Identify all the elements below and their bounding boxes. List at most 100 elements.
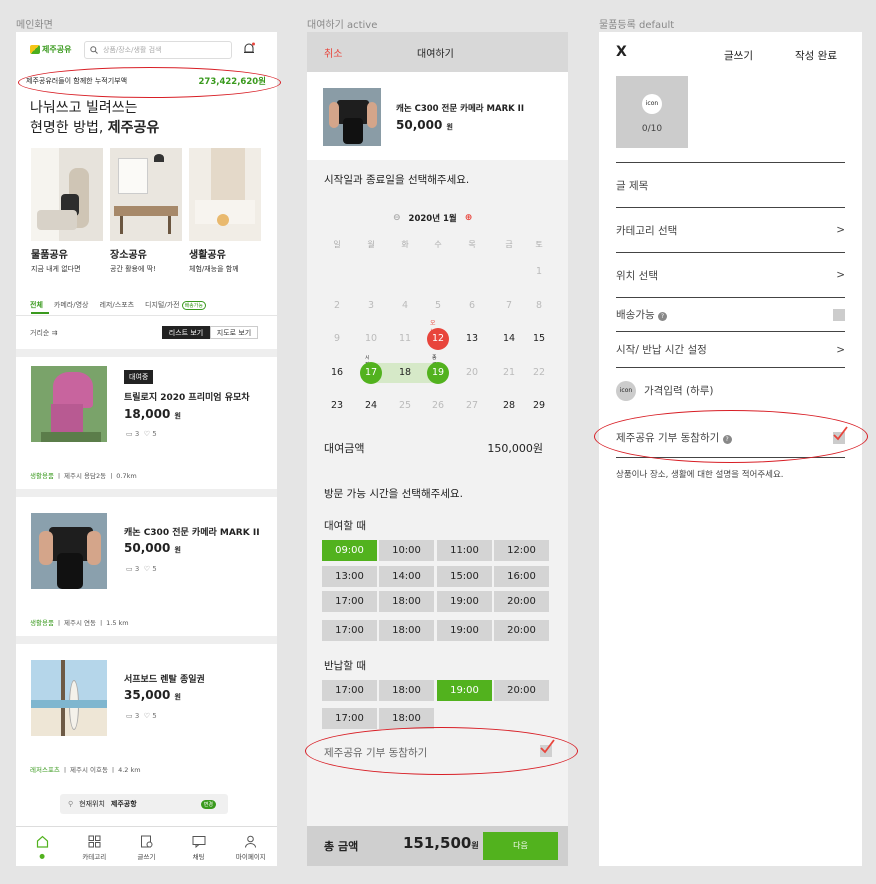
calendar-day-1[interactable]: 1 <box>526 262 552 282</box>
time-slot[interactable]: 17:00 <box>322 708 377 729</box>
close-button[interactable]: X <box>616 44 627 60</box>
calendar-day-28[interactable]: 28 <box>496 396 522 416</box>
delivery-checkbox[interactable] <box>833 308 845 321</box>
list-item[interactable]: 대여중 트릴로지 2020 프리미엄 유모차 18,000 원 ▭ 3 ♡ 5 … <box>16 366 277 496</box>
delivery-row[interactable]: 배송가능 ? <box>616 298 845 332</box>
tab-leisure[interactable]: 레저/스포츠 <box>99 300 134 310</box>
nav-label: 마이페이지 <box>235 853 266 861</box>
help-icon[interactable]: ? <box>722 435 732 444</box>
calendar-day-29[interactable]: 29 <box>526 396 552 416</box>
next-month-icon[interactable]: ⊕ <box>465 213 473 223</box>
donate-row[interactable]: 제주공유 기부 동참하기 ? <box>616 418 848 458</box>
time-slot[interactable]: 19:00 <box>437 620 492 641</box>
comment-icon: ▭ <box>126 565 133 573</box>
calendar-day-11[interactable]: 11 <box>392 329 418 349</box>
donate-checkbox[interactable] <box>540 739 555 757</box>
category-card-goods[interactable]: 물품공유 지금 내게 없다면 <box>31 148 103 274</box>
calendar-day-14[interactable]: 14 <box>496 329 522 349</box>
calendar-day-16[interactable]: 16 <box>324 363 350 383</box>
calendar-day-10[interactable]: 10 <box>358 329 384 349</box>
prev-month-icon[interactable]: ⊖ <box>393 213 401 223</box>
calendar-day-18[interactable]: 18 <box>392 363 418 383</box>
calendar-day-2[interactable]: 2 <box>324 296 350 316</box>
cancel-button[interactable]: 취소 <box>324 45 342 60</box>
calendar-day-19[interactable]: 19 <box>427 362 449 384</box>
list-item[interactable]: 캐논 C300 전문 카메라 MARK II 50,000 원 ▭ 3 ♡ 5 … <box>16 513 277 643</box>
current-location-bar[interactable]: ⚲ 현재위치 제주공항 변경 <box>60 794 228 814</box>
time-slot[interactable]: 16:00 <box>494 566 549 587</box>
time-slot[interactable]: 17:00 <box>322 620 377 641</box>
sort-dropdown[interactable]: 거리순 ⇉ <box>30 328 57 338</box>
calendar-day-17[interactable]: 17 <box>360 362 382 384</box>
time-setting-row[interactable]: 시작/ 반납 시간 설정 > <box>616 332 845 368</box>
calendar-day-22[interactable]: 22 <box>526 363 552 383</box>
donation-banner[interactable]: 제주공유러들이 함께한 누적기부액 273,422,620원 <box>26 74 266 88</box>
list-view-button[interactable]: 리스트 보기 <box>162 326 210 339</box>
calendar-day-9[interactable]: 9 <box>324 329 350 349</box>
list-item[interactable]: 서프보드 렌탈 종일권 35,000 원 ▭ 3 ♡ 5 레저스포츠 ㅣ 제주시… <box>16 660 277 790</box>
title-placeholder: 글 제목 <box>616 179 649 192</box>
location-select[interactable]: 위치 선택 > <box>616 253 845 298</box>
time-slot[interactable]: 17:00 <box>322 591 377 612</box>
calendar-day-5[interactable]: 5 <box>425 296 451 316</box>
tab-digital[interactable]: 디지털/가전 배송가능 <box>145 300 206 310</box>
time-slot[interactable]: 14:00 <box>379 566 434 587</box>
category-card-life[interactable]: 생활공유 체험/재능을 함께 <box>189 148 261 274</box>
time-slot[interactable]: 12:00 <box>494 540 549 561</box>
search-input[interactable]: 상품/장소/생활 검색 <box>84 41 232 59</box>
next-button[interactable]: 다음 <box>483 832 558 860</box>
calendar-day-12[interactable]: 12 <box>427 328 449 350</box>
calendar-day-13[interactable]: 13 <box>459 329 485 349</box>
time-slot[interactable]: 19:00 <box>437 591 492 612</box>
time-slot[interactable]: 13:00 <box>322 566 377 587</box>
description-field[interactable]: 상품이나 장소, 생활에 대한 설명을 적어주세요. <box>616 468 784 480</box>
calendar-day-15[interactable]: 15 <box>526 329 552 349</box>
time-slot[interactable]: 20:00 <box>494 620 549 641</box>
time-slot[interactable]: 20:00 <box>494 680 549 701</box>
help-icon[interactable]: ? <box>657 312 667 321</box>
time-slot[interactable]: 09:00 <box>322 540 377 561</box>
nav-chat[interactable]: 채팅 <box>174 835 224 861</box>
add-photo-button[interactable]: icon 0/10 <box>616 76 688 148</box>
price-field[interactable]: icon 가격입력 (하루) <box>616 368 845 413</box>
tab-all[interactable]: 전체 <box>30 300 43 310</box>
calendar-day-24[interactable]: 24 <box>358 396 384 416</box>
category-card-space[interactable]: 장소공유 공간 활용에 딱! <box>110 148 182 274</box>
time-slot[interactable]: 20:00 <box>494 591 549 612</box>
time-slot[interactable]: 19:00 <box>437 680 492 701</box>
calendar-day-20[interactable]: 20 <box>459 363 485 383</box>
donate-checkbox[interactable] <box>833 425 848 444</box>
calendar-day-25[interactable]: 25 <box>392 396 418 416</box>
time-slot[interactable]: 10:00 <box>379 540 434 561</box>
calendar-day-6[interactable]: 6 <box>459 296 485 316</box>
tab-camera[interactable]: 카메라/영상 <box>54 300 89 310</box>
time-slot[interactable]: 15:00 <box>437 566 492 587</box>
calendar-day-8[interactable]: 8 <box>526 296 552 316</box>
logo[interactable]: 제주공유 <box>30 44 71 55</box>
calendar-day-4[interactable]: 4 <box>392 296 418 316</box>
calendar-day-23[interactable]: 23 <box>324 396 350 416</box>
nav-write[interactable]: 글쓰기 <box>121 835 171 861</box>
time-slot[interactable]: 18:00 <box>379 620 434 641</box>
calendar-day-7[interactable]: 7 <box>496 296 522 316</box>
calendar-day-27[interactable]: 27 <box>459 396 485 416</box>
nav-mypage[interactable]: 마이페이지 <box>226 835 276 861</box>
category-select[interactable]: 카테고리 선택 > <box>616 208 845 253</box>
calendar-day-3[interactable]: 3 <box>358 296 384 316</box>
change-location-button[interactable]: 변경 <box>200 799 216 809</box>
item-price: 50,000 <box>124 541 171 555</box>
bell-icon[interactable] <box>242 42 256 56</box>
time-slot[interactable]: 18:00 <box>379 680 434 701</box>
map-view-button[interactable]: 지도로 보기 <box>210 326 258 339</box>
time-slot[interactable]: 18:00 <box>379 591 434 612</box>
time-slot[interactable]: 18:00 <box>379 708 434 729</box>
done-button[interactable]: 작성 완료 <box>795 48 837 63</box>
time-slot[interactable]: 11:00 <box>437 540 492 561</box>
nav-category[interactable]: 카테고리 <box>69 835 119 861</box>
title-field[interactable]: 글 제목 <box>616 163 845 208</box>
item-name: 서프보드 렌탈 종일권 <box>124 675 205 685</box>
calendar-day-26[interactable]: 26 <box>425 396 451 416</box>
calendar-day-21[interactable]: 21 <box>496 363 522 383</box>
nav-home[interactable]: ● <box>17 835 67 860</box>
time-slot[interactable]: 17:00 <box>322 680 377 701</box>
